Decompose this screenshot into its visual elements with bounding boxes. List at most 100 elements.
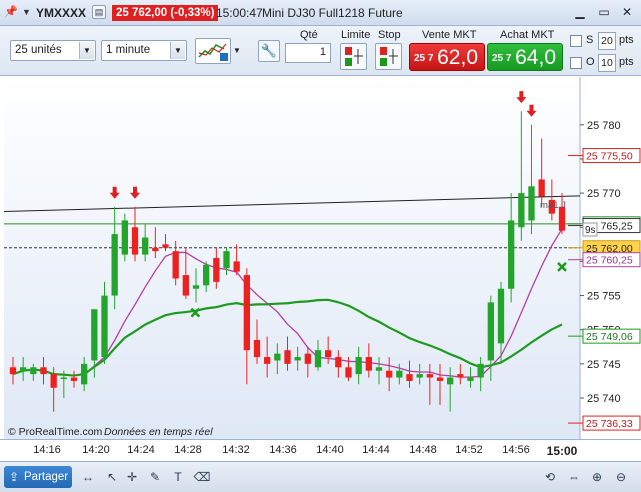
objective-checkbox-label: O bbox=[586, 56, 595, 68]
maximize-button[interactable]: ▭ bbox=[594, 3, 614, 22]
candle-body bbox=[314, 350, 322, 368]
candle-body bbox=[487, 302, 494, 361]
candle-body bbox=[192, 285, 200, 289]
candle-body bbox=[416, 374, 423, 378]
watermark: © ProRealTime.com bbox=[8, 426, 103, 438]
objective-points-unit: pts bbox=[619, 56, 634, 68]
fit-icon[interactable]: ⇔ bbox=[564, 467, 584, 487]
x-tick-label: 14:20 bbox=[82, 444, 110, 456]
candle-body bbox=[213, 258, 220, 282]
candle-body bbox=[182, 275, 189, 296]
time-axis: 14:16 14:20 14:24 14:28 14:32 14:36 14:40 14:44… bbox=[0, 439, 641, 461]
candle-body bbox=[457, 374, 464, 378]
indicators-button[interactable] bbox=[195, 38, 231, 64]
share-icon: ⇪ bbox=[9, 470, 20, 484]
x-tick-label: 14:40 bbox=[316, 444, 344, 456]
x-tick-label: 14:36 bbox=[269, 444, 297, 456]
close-button[interactable]: ✕ bbox=[617, 3, 637, 22]
crosshair-icon[interactable]: ✛ bbox=[122, 467, 142, 487]
candle-body bbox=[203, 264, 210, 286]
candle-body bbox=[436, 377, 444, 381]
refresh-icon[interactable]: ⟲ bbox=[540, 467, 560, 487]
limit-order-button[interactable] bbox=[340, 43, 367, 70]
candle-body bbox=[447, 377, 454, 385]
price-chart[interactable]: 25 78025 77525 77025 76525 76025 75525 7… bbox=[0, 77, 641, 439]
candle-body bbox=[91, 309, 98, 361]
candle-body bbox=[162, 244, 169, 248]
x-tick-label: 14:16 bbox=[33, 444, 61, 456]
price-label: 25 736,33 bbox=[586, 418, 633, 430]
candle-body bbox=[426, 374, 433, 378]
stop-points-unit: pts bbox=[619, 34, 634, 46]
qty-label: Qté bbox=[300, 29, 318, 41]
stop-order-button[interactable] bbox=[375, 43, 402, 70]
share-button[interactable]: ⇪ Partager bbox=[4, 466, 72, 488]
stop-order-icon bbox=[380, 47, 398, 66]
chart-canvas[interactable]: 25 78025 77525 77025 76525 76025 75525 7… bbox=[0, 77, 641, 439]
zoom-out-icon[interactable]: ⊖ bbox=[611, 467, 631, 487]
chart-type-icon[interactable]: ▤ bbox=[92, 5, 106, 19]
x-tick-label: 14:28 bbox=[174, 444, 202, 456]
sell-price-prefix: 25 7 bbox=[414, 53, 434, 64]
price-label: 25 749,06 bbox=[586, 331, 633, 343]
candle-body bbox=[477, 363, 484, 378]
candle-body bbox=[518, 193, 525, 228]
candle-body bbox=[40, 367, 47, 375]
candle-body bbox=[264, 357, 271, 364]
candle-body bbox=[325, 350, 332, 358]
x-tick-label: 14:32 bbox=[222, 444, 250, 456]
minimize-button[interactable]: ▁ bbox=[570, 3, 590, 22]
text-icon[interactable]: T bbox=[168, 467, 188, 487]
plot-background bbox=[4, 77, 580, 439]
sell-market-button[interactable]: 25 7 62,0 bbox=[409, 43, 485, 71]
buy-label: Achat MKT bbox=[500, 29, 555, 41]
x-tick-label: 15:00 bbox=[546, 444, 578, 458]
draw-icon[interactable]: ✎ bbox=[145, 467, 165, 487]
y-tick-label: 25 770 bbox=[587, 188, 621, 200]
objective-checkbox[interactable] bbox=[570, 57, 582, 69]
objective-points-input[interactable]: 10 bbox=[598, 54, 616, 72]
candle-body bbox=[50, 374, 57, 388]
x-tick-label: 14:24 bbox=[127, 444, 155, 456]
qty-input[interactable]: 1 bbox=[285, 43, 331, 63]
candle-body bbox=[294, 357, 301, 361]
candle-body bbox=[386, 370, 393, 378]
y-tick-label: 25 780 bbox=[587, 120, 621, 132]
candle-body bbox=[375, 367, 383, 371]
candle-body bbox=[60, 377, 67, 380]
candle-body bbox=[335, 357, 342, 368]
stop-points-input[interactable]: 20 bbox=[598, 32, 616, 50]
candle-body bbox=[20, 367, 27, 371]
candle-body bbox=[284, 350, 291, 364]
buy-price-prefix: 25 7 bbox=[492, 53, 512, 64]
sell-label: Vente MKT bbox=[422, 29, 477, 41]
candle-body bbox=[304, 353, 311, 364]
title-bar: 📌 ▼ YMXXXX ▤ 25 762,00 (-0,33%) 15:00:47… bbox=[0, 0, 641, 26]
stop-checkbox[interactable] bbox=[570, 35, 582, 47]
candle-body bbox=[528, 186, 535, 221]
chevron-down-icon[interactable]: ▼ bbox=[79, 42, 94, 59]
symbol-dropdown-icon[interactable]: ▼ bbox=[22, 7, 31, 17]
units-select[interactable]: 25 unités ▼ bbox=[10, 40, 96, 61]
pin-icon[interactable]: 📌 bbox=[4, 5, 18, 19]
instrument-name: Mini DJ30 Full1218 Future bbox=[262, 6, 403, 20]
limit-order-icon bbox=[345, 47, 363, 66]
eraser-icon[interactable]: ⌫ bbox=[192, 467, 212, 487]
candle-body bbox=[345, 367, 352, 378]
indicators-dropdown-icon[interactable]: ▼ bbox=[231, 38, 243, 64]
y-tick-label: 25 740 bbox=[587, 393, 621, 405]
limit-label: Limite bbox=[341, 29, 371, 41]
buy-market-button[interactable]: 25 7 64,0 bbox=[487, 43, 563, 71]
zoom-in-icon[interactable]: ⊕ bbox=[587, 467, 607, 487]
countdown: 9s bbox=[585, 225, 596, 236]
interval-select[interactable]: 1 minute ▼ bbox=[101, 40, 187, 61]
symbol-name[interactable]: YMXXXX bbox=[36, 6, 86, 20]
cursor-icon[interactable]: ↖ bbox=[102, 467, 122, 487]
wrench-icon[interactable]: 🔧 bbox=[258, 40, 280, 62]
chevron-down-icon[interactable]: ▼ bbox=[170, 42, 185, 59]
x-tick-label: 14:56 bbox=[502, 444, 530, 456]
candle-body bbox=[30, 367, 37, 375]
ma-label: ma1 J bbox=[540, 200, 566, 211]
candle-body bbox=[508, 220, 515, 289]
arrow-left-icon[interactable]: ↔ bbox=[78, 467, 98, 487]
